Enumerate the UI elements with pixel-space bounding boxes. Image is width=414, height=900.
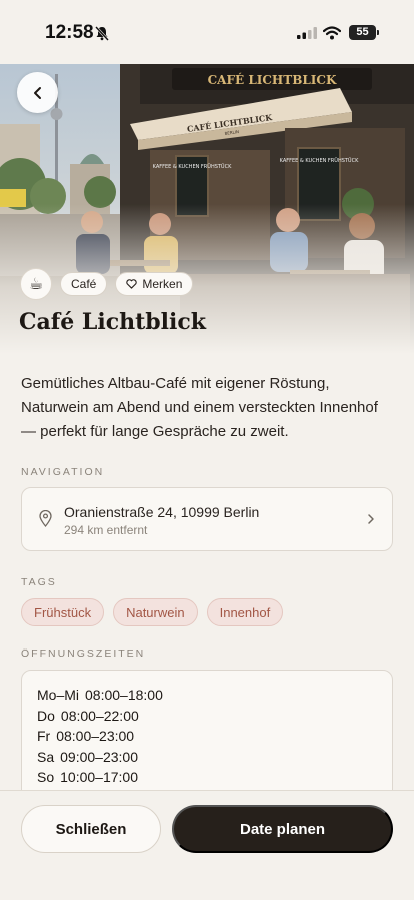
bottom-action-bar: Schließen Date planen bbox=[0, 790, 414, 900]
distance-text: 294 km entfernt bbox=[64, 523, 148, 537]
signal-icon bbox=[297, 27, 317, 39]
bell-muted-icon bbox=[95, 26, 109, 41]
location-pin-icon bbox=[39, 510, 52, 527]
chevron-left-icon bbox=[33, 86, 41, 99]
description-section: Gemütliches Altbau-Café mit eigener Röst… bbox=[21, 372, 393, 444]
wifi-icon bbox=[323, 26, 341, 40]
tags-list: Frühstück Naturwein Innenhof bbox=[21, 598, 284, 626]
status-bar: 12:58 55 bbox=[0, 0, 414, 64]
hours-row: Mo–Mi 08:00–18:00 bbox=[37, 685, 377, 706]
chips-row: ☕ Café Merken bbox=[20, 268, 194, 300]
save-chip[interactable]: Merken bbox=[115, 272, 194, 296]
tag-item[interactable]: Innenhof bbox=[206, 598, 284, 626]
navigation-label: NAVIGATION bbox=[21, 466, 105, 478]
save-chip-label: Merken bbox=[142, 277, 183, 291]
chevron-right-icon bbox=[368, 514, 374, 524]
address-text: Oranienstraße 24, 10999 Berlin bbox=[64, 504, 260, 520]
hours-row: So 10:00–17:00 bbox=[37, 767, 377, 788]
hours-day: Sa bbox=[37, 748, 55, 765]
hero-board-left: KAFFEE & KUCHEN FRÜHSTÜCK bbox=[153, 163, 232, 170]
battery-icon: 55 bbox=[349, 25, 379, 40]
place-title: Café Lichtblick bbox=[19, 309, 206, 335]
tag-item[interactable]: Frühstück bbox=[21, 598, 105, 626]
place-description: Gemütliches Altbau-Café mit eigener Röst… bbox=[21, 375, 378, 440]
hours-day: So bbox=[37, 769, 55, 785]
hours-card: Mo–Mi 08:00–18:00 Do 08:00–22:00 Fr 08:0… bbox=[21, 670, 393, 810]
hours-label: ÖFFNUNGSZEITEN bbox=[21, 648, 146, 660]
plan-date-button[interactable]: Date planen bbox=[172, 805, 393, 853]
hours-time: 08:00–22:00 bbox=[60, 707, 139, 724]
category-chip: Café bbox=[60, 272, 108, 296]
hours-time: 09:00–23:00 bbox=[60, 748, 138, 765]
navigation-card[interactable]: Oranienstraße 24, 10999 Berlin 294 km en… bbox=[21, 487, 393, 551]
category-chip-label: Café bbox=[71, 277, 97, 291]
hours-time: 08:00–23:00 bbox=[56, 728, 135, 744]
tags-label: TAGS bbox=[21, 576, 57, 588]
hours-day: Mo–Mi bbox=[37, 687, 80, 703]
heart-icon bbox=[126, 279, 138, 289]
hours-row: Sa 09:00–23:00 bbox=[37, 747, 377, 768]
tag-item[interactable]: Naturwein bbox=[113, 598, 198, 626]
hours-time: 08:00–18:00 bbox=[85, 687, 163, 703]
hours-row: Fr 08:00–23:00 bbox=[37, 726, 377, 747]
hours-day: Do bbox=[37, 707, 55, 724]
coffee-cup-icon: ☕ bbox=[20, 268, 52, 300]
hours-day: Fr bbox=[37, 728, 51, 744]
close-button[interactable]: Schließen bbox=[21, 805, 161, 853]
status-time: 12:58 bbox=[45, 22, 94, 43]
back-button[interactable] bbox=[17, 72, 58, 113]
hours-time: 10:00–17:00 bbox=[60, 769, 138, 785]
hero-sign-main: CAFÉ LICHTBLICK bbox=[208, 72, 337, 87]
hero-board-right: KAFFEE & KUCHEN FRÜHSTÜCK bbox=[280, 157, 359, 164]
hours-row: Do 08:00–22:00 bbox=[37, 706, 377, 727]
